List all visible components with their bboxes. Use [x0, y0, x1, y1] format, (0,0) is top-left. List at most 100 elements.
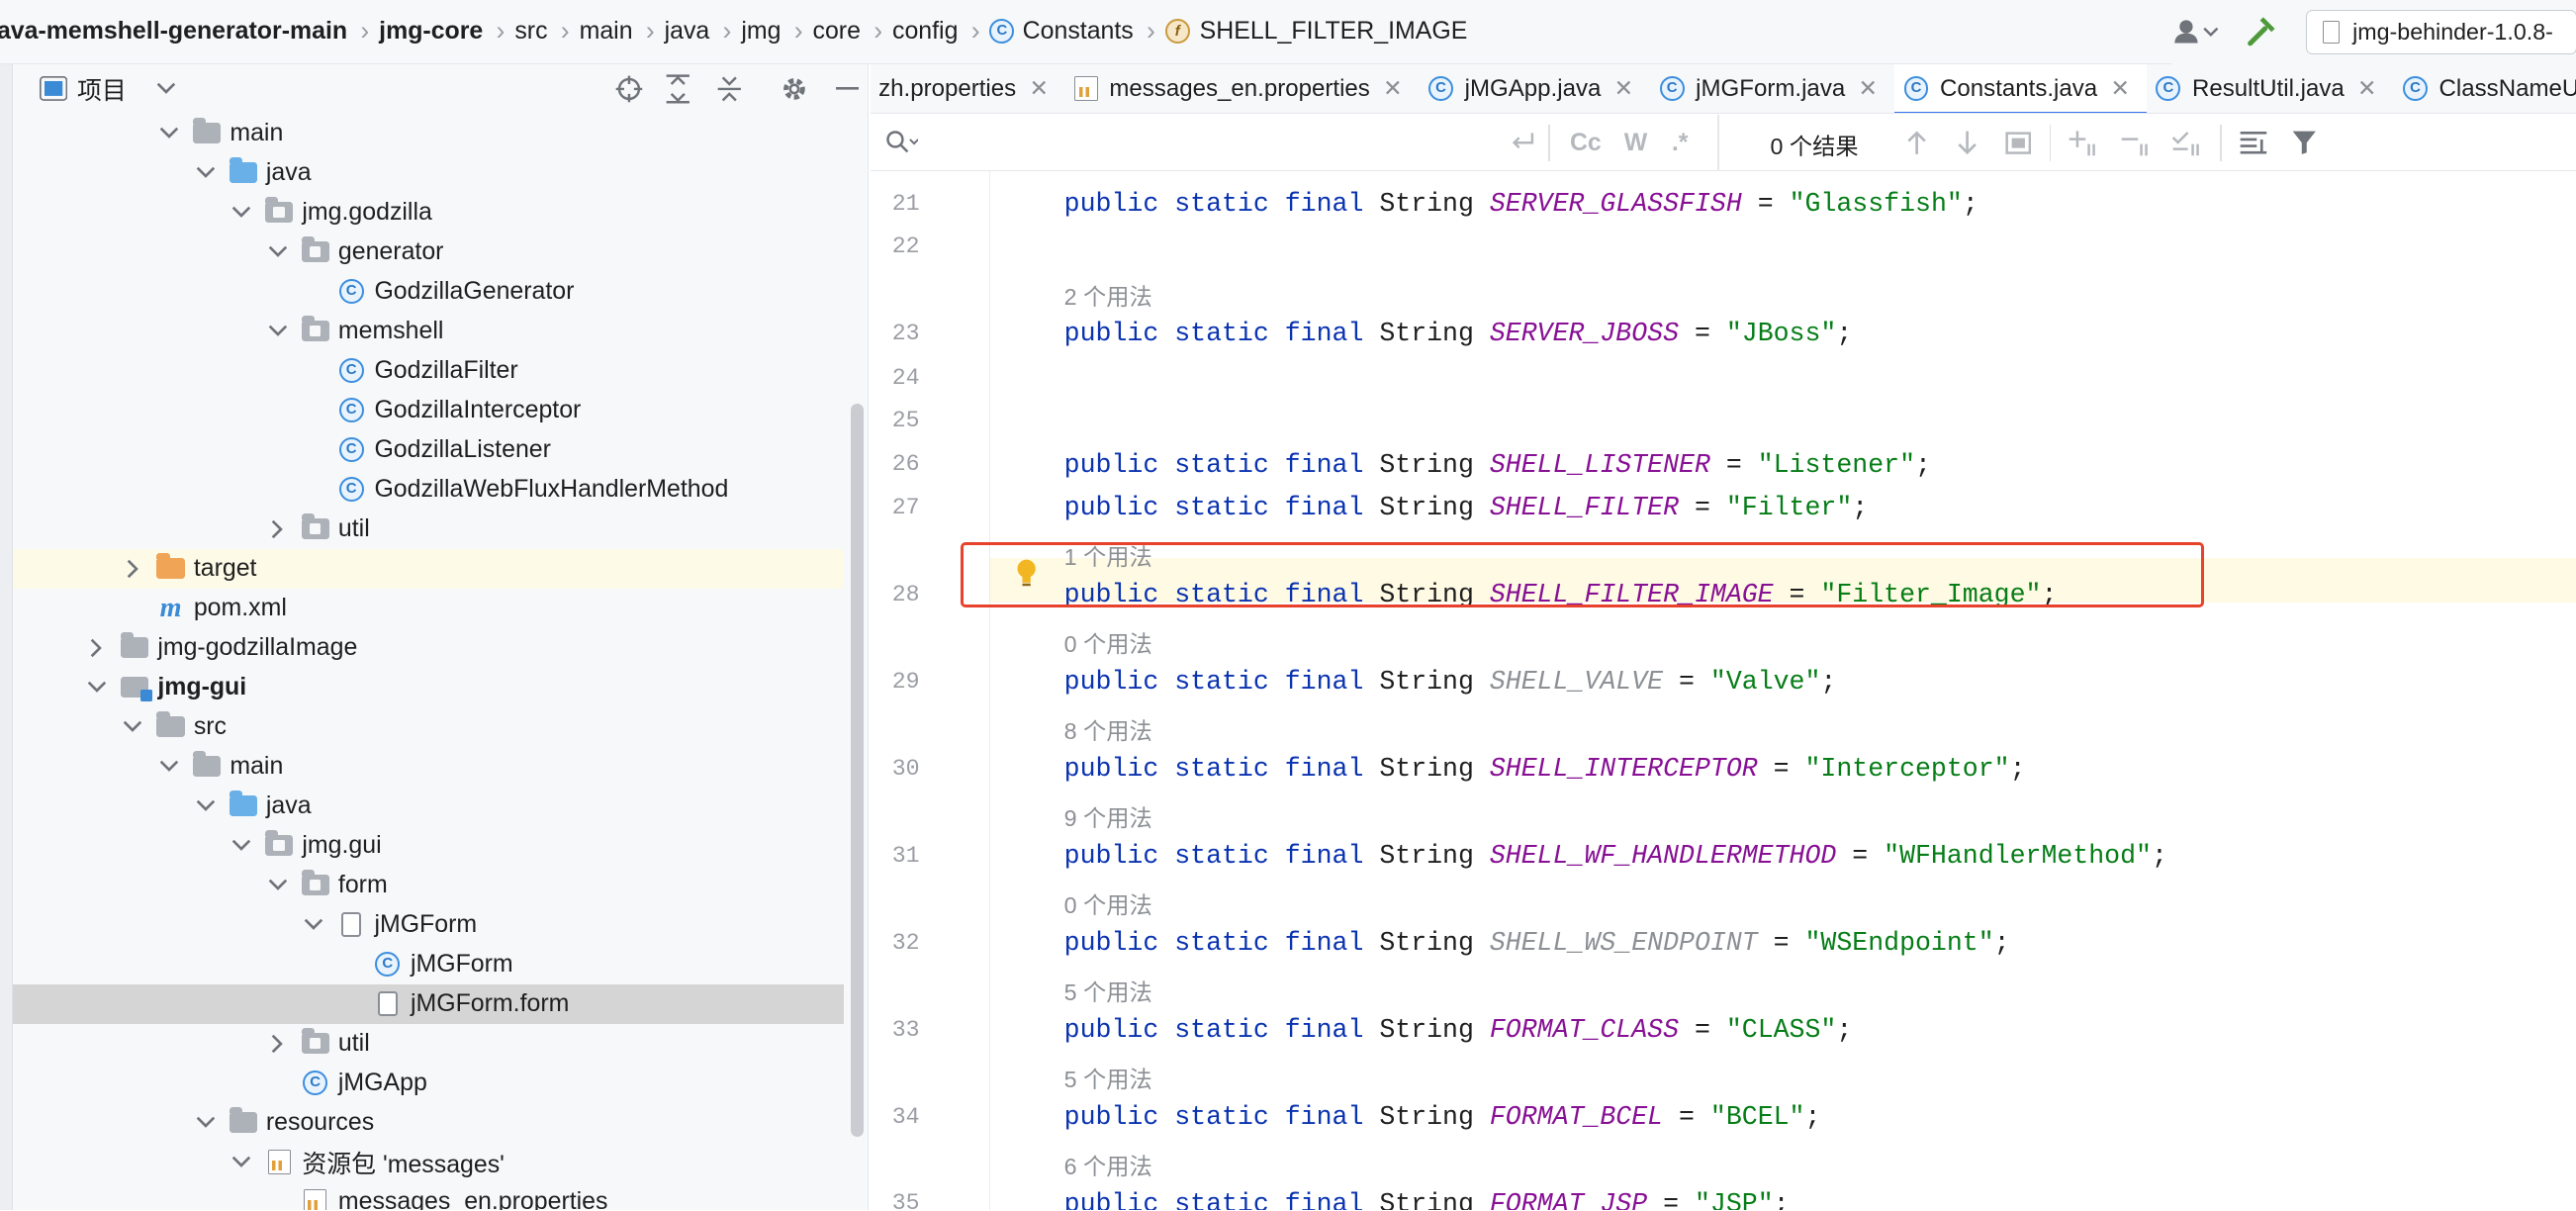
- breadcrumb-item[interactable]: jmg: [741, 0, 790, 63]
- chevron-down-icon[interactable]: [229, 1149, 255, 1175]
- tree-item[interactable]: m pom.xml: [13, 589, 844, 628]
- tree-item[interactable]: util: [13, 510, 844, 549]
- code-line[interactable]: public static final String FORMAT_CLASS …: [1064, 1015, 1853, 1045]
- tree-item[interactable]: main: [13, 114, 844, 153]
- usages-hint[interactable]: 0 个用法: [1064, 886, 1152, 920]
- breadcrumb-item[interactable]: src: [514, 0, 557, 63]
- tree-item[interactable]: C GodzillaListener: [13, 430, 844, 470]
- arrow-up-icon[interactable]: [1898, 125, 1935, 161]
- tree-item[interactable]: C GodzillaGenerator: [13, 272, 844, 312]
- tree-item[interactable]: main: [13, 747, 844, 787]
- tree-item[interactable]: jMGForm.form: [13, 983, 845, 1024]
- breadcrumb-item[interactable]: core: [813, 0, 871, 63]
- expand-all-icon[interactable]: [660, 70, 696, 107]
- tree-item[interactable]: java: [13, 787, 844, 826]
- words-toggle[interactable]: W: [1624, 129, 1648, 157]
- tree-item[interactable]: generator: [13, 233, 844, 272]
- select-all-icon[interactable]: [2000, 125, 2037, 161]
- code-line[interactable]: public static final String SHELL_VALVE =…: [1064, 667, 1837, 697]
- tree-item[interactable]: java: [13, 153, 844, 193]
- code-line[interactable]: public static final String SERVER_GLASSF…: [1064, 189, 1978, 219]
- chevron-down-icon[interactable]: [156, 82, 176, 95]
- tree-item[interactable]: jMGForm: [13, 905, 844, 945]
- breadcrumb-item[interactable]: f SHELL_FILTER_IMAGE: [1164, 0, 1477, 63]
- usages-hint[interactable]: 8 个用法: [1064, 712, 1152, 746]
- tree-item[interactable]: target: [13, 548, 845, 589]
- project-scrollbar[interactable]: [850, 404, 865, 1137]
- editor-tab[interactable]: CjMGApp.java ✕: [1419, 64, 1650, 113]
- breadcrumb-item[interactable]: main: [580, 0, 643, 63]
- tree-item[interactable]: resources: [13, 1103, 844, 1143]
- editor-tab[interactable]: C ClassNameUt: [2393, 64, 2576, 113]
- editor-tab[interactable]: C ResultUtil.java ✕: [2147, 64, 2394, 113]
- code-line[interactable]: public static final String SHELL_LISTENE…: [1064, 450, 1931, 480]
- close-icon[interactable]: ✕: [2357, 75, 2376, 102]
- chevron-right-icon[interactable]: [264, 1030, 291, 1057]
- editor-tab[interactable]: C Constants.java ✕: [1893, 63, 2147, 113]
- usages-hint[interactable]: 5 个用法: [1064, 974, 1152, 1007]
- breadcrumb-item[interactable]: jmg-core: [379, 0, 493, 63]
- chevron-down-icon[interactable]: [229, 199, 255, 226]
- chevron-down-icon[interactable]: [192, 792, 219, 819]
- arrow-down-icon[interactable]: [1949, 125, 1985, 161]
- close-icon[interactable]: ✕: [1383, 75, 1402, 102]
- tree-item[interactable]: memshell: [13, 312, 844, 351]
- editor-tab[interactable]: zh.properties ✕: [871, 64, 1065, 113]
- chevron-down-icon[interactable]: [156, 753, 183, 780]
- code-line[interactable]: public static final String SERVER_JBOSS …: [1064, 319, 1853, 348]
- code-line[interactable]: public static final String SHELL_FILTER …: [1064, 493, 1869, 522]
- code-line[interactable]: public static final String FORMAT_JSP = …: [1064, 1189, 1790, 1211]
- chevron-down-icon[interactable]: [192, 159, 219, 186]
- tree-item[interactable]: jmg.gui: [13, 826, 844, 866]
- usages-hint[interactable]: 9 个用法: [1064, 799, 1152, 833]
- editor-tab[interactable]: CjMGForm.java ✕: [1650, 64, 1894, 113]
- chevron-down-icon[interactable]: [264, 238, 291, 265]
- collapse-all-icon[interactable]: [711, 70, 748, 107]
- usages-hint[interactable]: 5 个用法: [1064, 1061, 1152, 1094]
- code-line[interactable]: public static final String SHELL_INTERCE…: [1064, 754, 2026, 784]
- tree-item[interactable]: jmg-gui: [13, 668, 844, 707]
- chevron-down-icon[interactable]: [264, 318, 291, 344]
- tree-item[interactable]: C GodzillaInterceptor: [13, 391, 844, 430]
- chevron-right-icon[interactable]: [84, 634, 111, 661]
- breadcrumb-item[interactable]: java-memshell-generator-main: [0, 0, 357, 63]
- run-configuration-select[interactable]: jmg-behinder-1.0.8-: [2305, 9, 2576, 54]
- breadcrumb-item[interactable]: config: [892, 0, 967, 63]
- build-hammer-icon[interactable]: [2244, 14, 2280, 50]
- filter-options-icon[interactable]: [2235, 125, 2271, 161]
- code-line[interactable]: public static final String SHELL_WF_HAND…: [1064, 841, 2167, 871]
- locate-icon[interactable]: [611, 70, 648, 107]
- chevron-down-icon[interactable]: [264, 872, 291, 898]
- close-icon[interactable]: ✕: [1614, 75, 1633, 102]
- chevron-down-icon[interactable]: [192, 1109, 219, 1136]
- add-occurrence-icon[interactable]: [2066, 125, 2102, 161]
- project-title[interactable]: 项目: [77, 71, 127, 107]
- chevron-down-icon[interactable]: [229, 832, 255, 859]
- tree-item[interactable]: CjMGForm: [13, 945, 844, 984]
- code-line[interactable]: public static final String SHELL_WS_ENDP…: [1064, 928, 2010, 958]
- remove-occurrence-icon[interactable]: [2118, 125, 2155, 161]
- editor-tab[interactable]: messages_en.properties ✕: [1065, 64, 1420, 113]
- gear-icon[interactable]: [777, 70, 813, 107]
- chevron-down-icon[interactable]: [84, 674, 111, 700]
- close-icon[interactable]: ✕: [2110, 75, 2129, 102]
- tree-item[interactable]: 资源包 'messages': [13, 1143, 844, 1182]
- filter-icon[interactable]: [2286, 125, 2323, 161]
- close-icon[interactable]: ✕: [1859, 75, 1878, 102]
- chevron-down-icon[interactable]: [301, 911, 327, 938]
- select-all-occurrences-icon[interactable]: [2169, 125, 2206, 161]
- search-icon[interactable]: [883, 125, 920, 161]
- profile-icon[interactable]: [2171, 17, 2221, 47]
- tree-item[interactable]: messages_en.properties: [13, 1182, 844, 1211]
- tree-item[interactable]: src: [13, 707, 844, 747]
- new-line-icon[interactable]: [1505, 125, 1541, 161]
- code-line[interactable]: public static final String FORMAT_BCEL =…: [1064, 1102, 1821, 1132]
- code-editor[interactable]: 21 22 23 24 25 26 27 28 29 30 31 32 33 34 35 public st…: [870, 170, 2576, 1211]
- chevron-down-icon[interactable]: [156, 120, 183, 146]
- breadcrumb-item[interactable]: C Constants: [989, 0, 1143, 63]
- usages-hint[interactable]: 6 个用法: [1064, 1148, 1152, 1181]
- breadcrumb-item[interactable]: java: [665, 0, 720, 63]
- tree-item[interactable]: CjMGApp: [13, 1064, 844, 1103]
- tree-item[interactable]: jmg-godzillaImage: [13, 628, 844, 668]
- chevron-right-icon[interactable]: [120, 555, 146, 582]
